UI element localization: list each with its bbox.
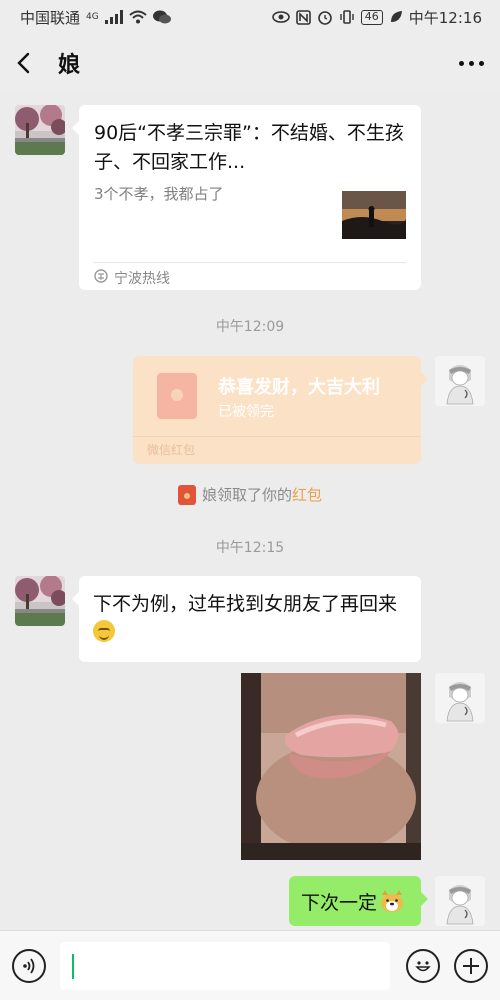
red-packet-link[interactable]: 红包 xyxy=(292,484,322,505)
article-divider xyxy=(94,262,406,263)
leaf-icon xyxy=(389,10,403,24)
system-text: 娘领取了你的 xyxy=(201,486,292,504)
battery-indicator: 46 xyxy=(360,9,383,25)
source-name: 宁波热线 xyxy=(114,271,170,287)
voice-icon[interactable] xyxy=(12,948,46,983)
network-label: 4G xyxy=(86,11,99,22)
article-card[interactable]: 90后“不孝三宗罪”：不结婚、不生孩子、不回家工作... 3个不孝，我都占了 宁… xyxy=(72,105,421,290)
message-text: 下不为例，过年找到女朋友了再回来 xyxy=(93,593,398,615)
red-packet-status: 已被领完 xyxy=(218,404,274,420)
message-text: 下次一定 xyxy=(301,891,378,914)
article-description: 3个不孝，我都占了 xyxy=(94,185,224,203)
avatar-mom[interactable] xyxy=(15,105,65,155)
alarm-icon xyxy=(317,9,333,25)
article-thumbnail xyxy=(342,191,406,239)
smile-emoji-icon xyxy=(93,620,115,642)
source-logo-icon xyxy=(94,269,108,287)
my-message-bubble[interactable]: 下次一定 xyxy=(289,876,428,926)
timestamp: 中午12:15 xyxy=(215,540,285,556)
red-packet-card[interactable]: 恭喜发财，大吉大利 已被领完 微信红包 xyxy=(133,356,428,464)
photo-message[interactable] xyxy=(241,673,421,860)
red-packet-brand: 微信红包 xyxy=(147,443,196,457)
avatar-me[interactable] xyxy=(435,356,485,406)
avatar-mom[interactable] xyxy=(15,576,65,626)
doge-emoji-icon xyxy=(379,889,405,913)
signal-icon: 4G xyxy=(86,11,99,22)
red-packet-icon xyxy=(157,373,197,419)
article-source: 宁波热线 xyxy=(94,268,170,288)
avatar-me[interactable] xyxy=(435,673,485,723)
red-packet-small-icon xyxy=(177,484,196,505)
chat-header: 娘 xyxy=(0,34,500,92)
eye-icon xyxy=(271,11,290,23)
article-title: 90后“不孝三宗罪”：不结婚、不生孩子、不回家工作... xyxy=(94,122,404,173)
chat-title: 娘 xyxy=(58,53,81,78)
status-bar: 中国联通 4G 46 中午12:16 xyxy=(0,0,500,34)
red-packet-title: 恭喜发财，大吉大利 xyxy=(218,377,380,398)
avatar-me[interactable] xyxy=(435,876,485,926)
text-caret xyxy=(72,953,74,979)
plus-icon[interactable] xyxy=(454,948,488,983)
input-bar xyxy=(0,930,500,1000)
message-bubble[interactable]: 下不为例，过年找到女朋友了再回来 xyxy=(72,576,421,662)
ellipsis-icon[interactable] xyxy=(459,60,484,66)
chat-area[interactable]: 90后“不孝三宗罪”：不结婚、不生孩子、不回家工作... 3个不孝，我都占了 宁… xyxy=(0,92,500,930)
wechat-notification-icon xyxy=(152,9,171,25)
message-input[interactable] xyxy=(60,941,390,990)
timestamp: 中午12:09 xyxy=(215,319,285,335)
nfc-icon xyxy=(295,9,311,25)
emoji-icon[interactable] xyxy=(406,948,440,983)
signal-bars-icon xyxy=(104,10,123,24)
system-message: 娘领取了你的 红包 xyxy=(0,484,500,505)
chevron-left-icon[interactable] xyxy=(16,51,40,75)
carrier-label: 中国联通 xyxy=(20,8,81,27)
red-packet-divider xyxy=(133,436,421,437)
clock-label: 中午12:16 xyxy=(408,8,482,27)
vibrate-icon xyxy=(339,9,355,25)
wifi-icon xyxy=(129,10,147,24)
